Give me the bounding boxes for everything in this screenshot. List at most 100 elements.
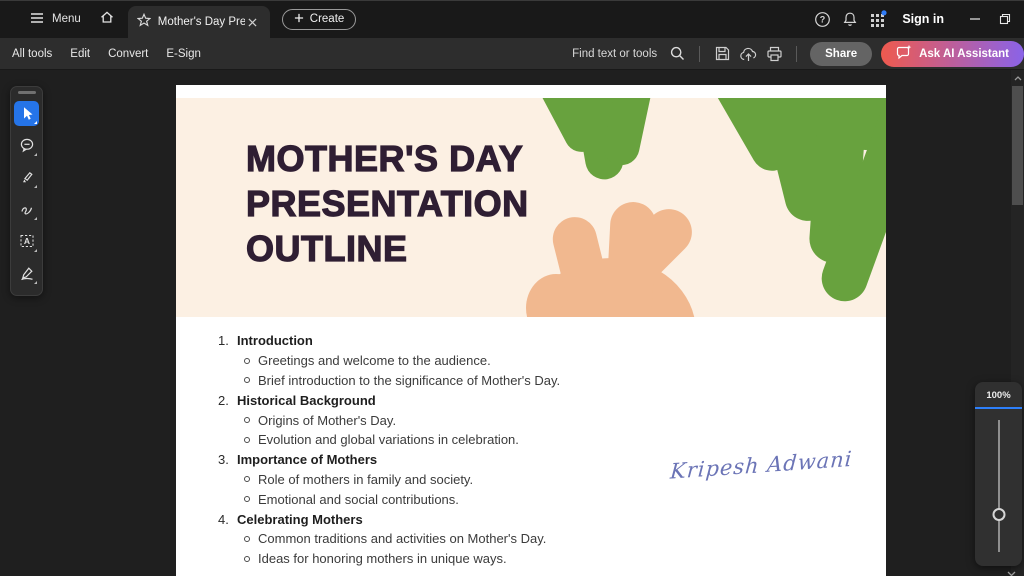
quick-tools-panel: A <box>10 86 43 296</box>
outline-bullet-text: Emotional and social contributions. <box>258 492 459 507</box>
title-bar: Menu Mother's Day Presentati... Create ? <box>0 0 1024 38</box>
menu-label: Menu <box>52 13 81 25</box>
sign-in-button[interactable]: Sign in <box>902 12 944 26</box>
outline-heading: 1.Introduction <box>218 331 560 351</box>
outline-bullet-text: Greetings and welcome to the audience. <box>258 353 491 368</box>
divider <box>699 46 700 62</box>
peach-hand-shape <box>526 200 701 317</box>
outline-bullet-text: Evolution and global variations in celeb… <box>258 432 519 447</box>
title-line-2: PRESENTATION <box>246 181 529 226</box>
outline-heading-text: Celebrating Mothers <box>237 512 363 527</box>
notifications-bell-icon[interactable] <box>836 5 864 33</box>
green-leaf-shape-right <box>689 98 886 308</box>
outline-heading: 2.Historical Background <box>218 390 560 410</box>
ask-ai-assistant-button[interactable]: Ask AI Assistant <box>881 41 1024 67</box>
tab-title: Mother's Day Presentati... <box>158 16 245 28</box>
ai-label: Ask AI Assistant <box>919 48 1009 60</box>
create-label: Create <box>310 13 345 25</box>
minimize-button[interactable] <box>960 4 990 34</box>
bullet-circle-icon <box>244 556 250 562</box>
convert-menu[interactable]: Convert <box>108 48 148 60</box>
comment-bubble-icon <box>19 137 35 153</box>
outline-bullet: Emotional and social contributions. <box>218 489 560 509</box>
outline-bullet: Common traditions and activities on Moth… <box>218 529 560 549</box>
fill-sign-tool-button[interactable] <box>14 261 39 286</box>
outline-bullet: Brief introduction to the significance o… <box>218 371 560 391</box>
ai-chat-icon <box>896 44 912 63</box>
save-icon[interactable] <box>709 41 735 67</box>
home-icon <box>99 9 115 30</box>
outline-list: 1.Introduction Greetings and welcome to t… <box>218 331 560 569</box>
document-tab[interactable]: Mother's Day Presentati... <box>128 6 270 38</box>
signature-text: Kripesh Adwani <box>669 446 860 483</box>
highlight-tool-button[interactable] <box>14 165 39 190</box>
hamburger-icon <box>30 12 44 27</box>
all-tools-menu[interactable]: All tools <box>12 48 52 60</box>
highlighter-icon <box>19 169 35 185</box>
bullet-circle-icon <box>244 437 250 443</box>
title-line-1: MOTHER'S DAY <box>246 136 529 181</box>
search-icon[interactable] <box>664 41 690 67</box>
restore-window-button[interactable] <box>990 4 1020 34</box>
add-comment-tool-button[interactable] <box>14 133 39 158</box>
edit-menu[interactable]: Edit <box>70 48 90 60</box>
print-icon[interactable] <box>761 41 787 67</box>
outline-number: 4. <box>218 512 237 527</box>
home-button[interactable] <box>91 0 123 38</box>
scrollbar-thumb[interactable] <box>1012 86 1023 205</box>
outline-bullet: Origins of Mother's Day. <box>218 410 560 430</box>
acrobat-window: Menu Mother's Day Presentati... Create ? <box>0 0 1024 576</box>
scroll-up-arrow-icon[interactable] <box>1011 72 1024 84</box>
toolbar-right: Find text or tools Share Ask AI Assistan… <box>572 41 1024 67</box>
bullet-circle-icon <box>244 417 250 423</box>
bullet-circle-icon <box>244 358 250 364</box>
outline-number: 3. <box>218 452 237 467</box>
titlebar-right: ? Sign in <box>808 4 1024 34</box>
draw-tool-button[interactable] <box>14 197 39 222</box>
outline-heading-text: Importance of Mothers <box>237 452 377 467</box>
svg-text:?: ? <box>820 14 826 24</box>
menu-button[interactable]: Menu <box>30 0 81 38</box>
bullet-circle-icon <box>244 496 250 502</box>
plus-icon <box>294 13 304 26</box>
divider <box>796 46 797 62</box>
outline-number: 2. <box>218 393 237 408</box>
outline-number: 1. <box>218 333 237 348</box>
tab-close-icon[interactable] <box>245 14 261 30</box>
outline-bullet-text: Ideas for honoring mothers in unique way… <box>258 551 507 566</box>
apps-grid-icon[interactable] <box>864 5 892 33</box>
share-button[interactable]: Share <box>810 42 872 66</box>
select-text-tool-button[interactable]: A <box>14 229 39 254</box>
outline-heading: 4.Celebrating Mothers <box>218 509 560 529</box>
cursor-arrow-icon <box>24 107 33 120</box>
panel-drag-handle[interactable] <box>18 91 36 94</box>
zoom-accent-underline <box>975 407 1022 409</box>
find-text-label[interactable]: Find text or tools <box>572 48 657 60</box>
outline-bullet: Greetings and welcome to the audience. <box>218 351 560 371</box>
bullet-circle-icon <box>244 476 250 482</box>
outline-bullet: Role of mothers in family and society. <box>218 470 560 490</box>
help-button[interactable]: ? <box>808 5 836 33</box>
select-tool-button[interactable] <box>14 101 39 126</box>
signature-pen-icon <box>19 265 35 281</box>
outline-bullet-text: Common traditions and activities on Moth… <box>258 531 546 546</box>
zoom-slider-handle[interactable] <box>992 508 1005 521</box>
bullet-circle-icon <box>244 536 250 542</box>
esign-menu[interactable]: E-Sign <box>166 48 201 60</box>
zoom-slider-track[interactable] <box>998 420 1000 552</box>
text-select-icon: A <box>19 233 35 249</box>
pdf-page: MOTHER'S DAY PRESENTATION OUTLINE 1.Intr… <box>176 85 886 576</box>
outline-bullet-text: Role of mothers in family and society. <box>258 472 473 487</box>
outline-bullet-text: Origins of Mother's Day. <box>258 413 396 428</box>
outline-bullet: Ideas for honoring mothers in unique way… <box>218 549 560 569</box>
outline-heading-text: Historical Background <box>237 393 376 408</box>
collapse-panel-chevron-icon[interactable] <box>1002 568 1020 576</box>
slide-title: MOTHER'S DAY PRESENTATION OUTLINE <box>246 136 529 271</box>
bullet-circle-icon <box>244 377 250 383</box>
svg-text:A: A <box>23 236 29 246</box>
star-icon <box>137 13 151 32</box>
create-tab-button[interactable]: Create <box>282 9 357 30</box>
main-toolbar: All tools Edit Convert E-Sign Find text … <box>0 38 1024 70</box>
title-line-3: OUTLINE <box>246 226 529 271</box>
upload-cloud-icon[interactable] <box>735 41 761 67</box>
